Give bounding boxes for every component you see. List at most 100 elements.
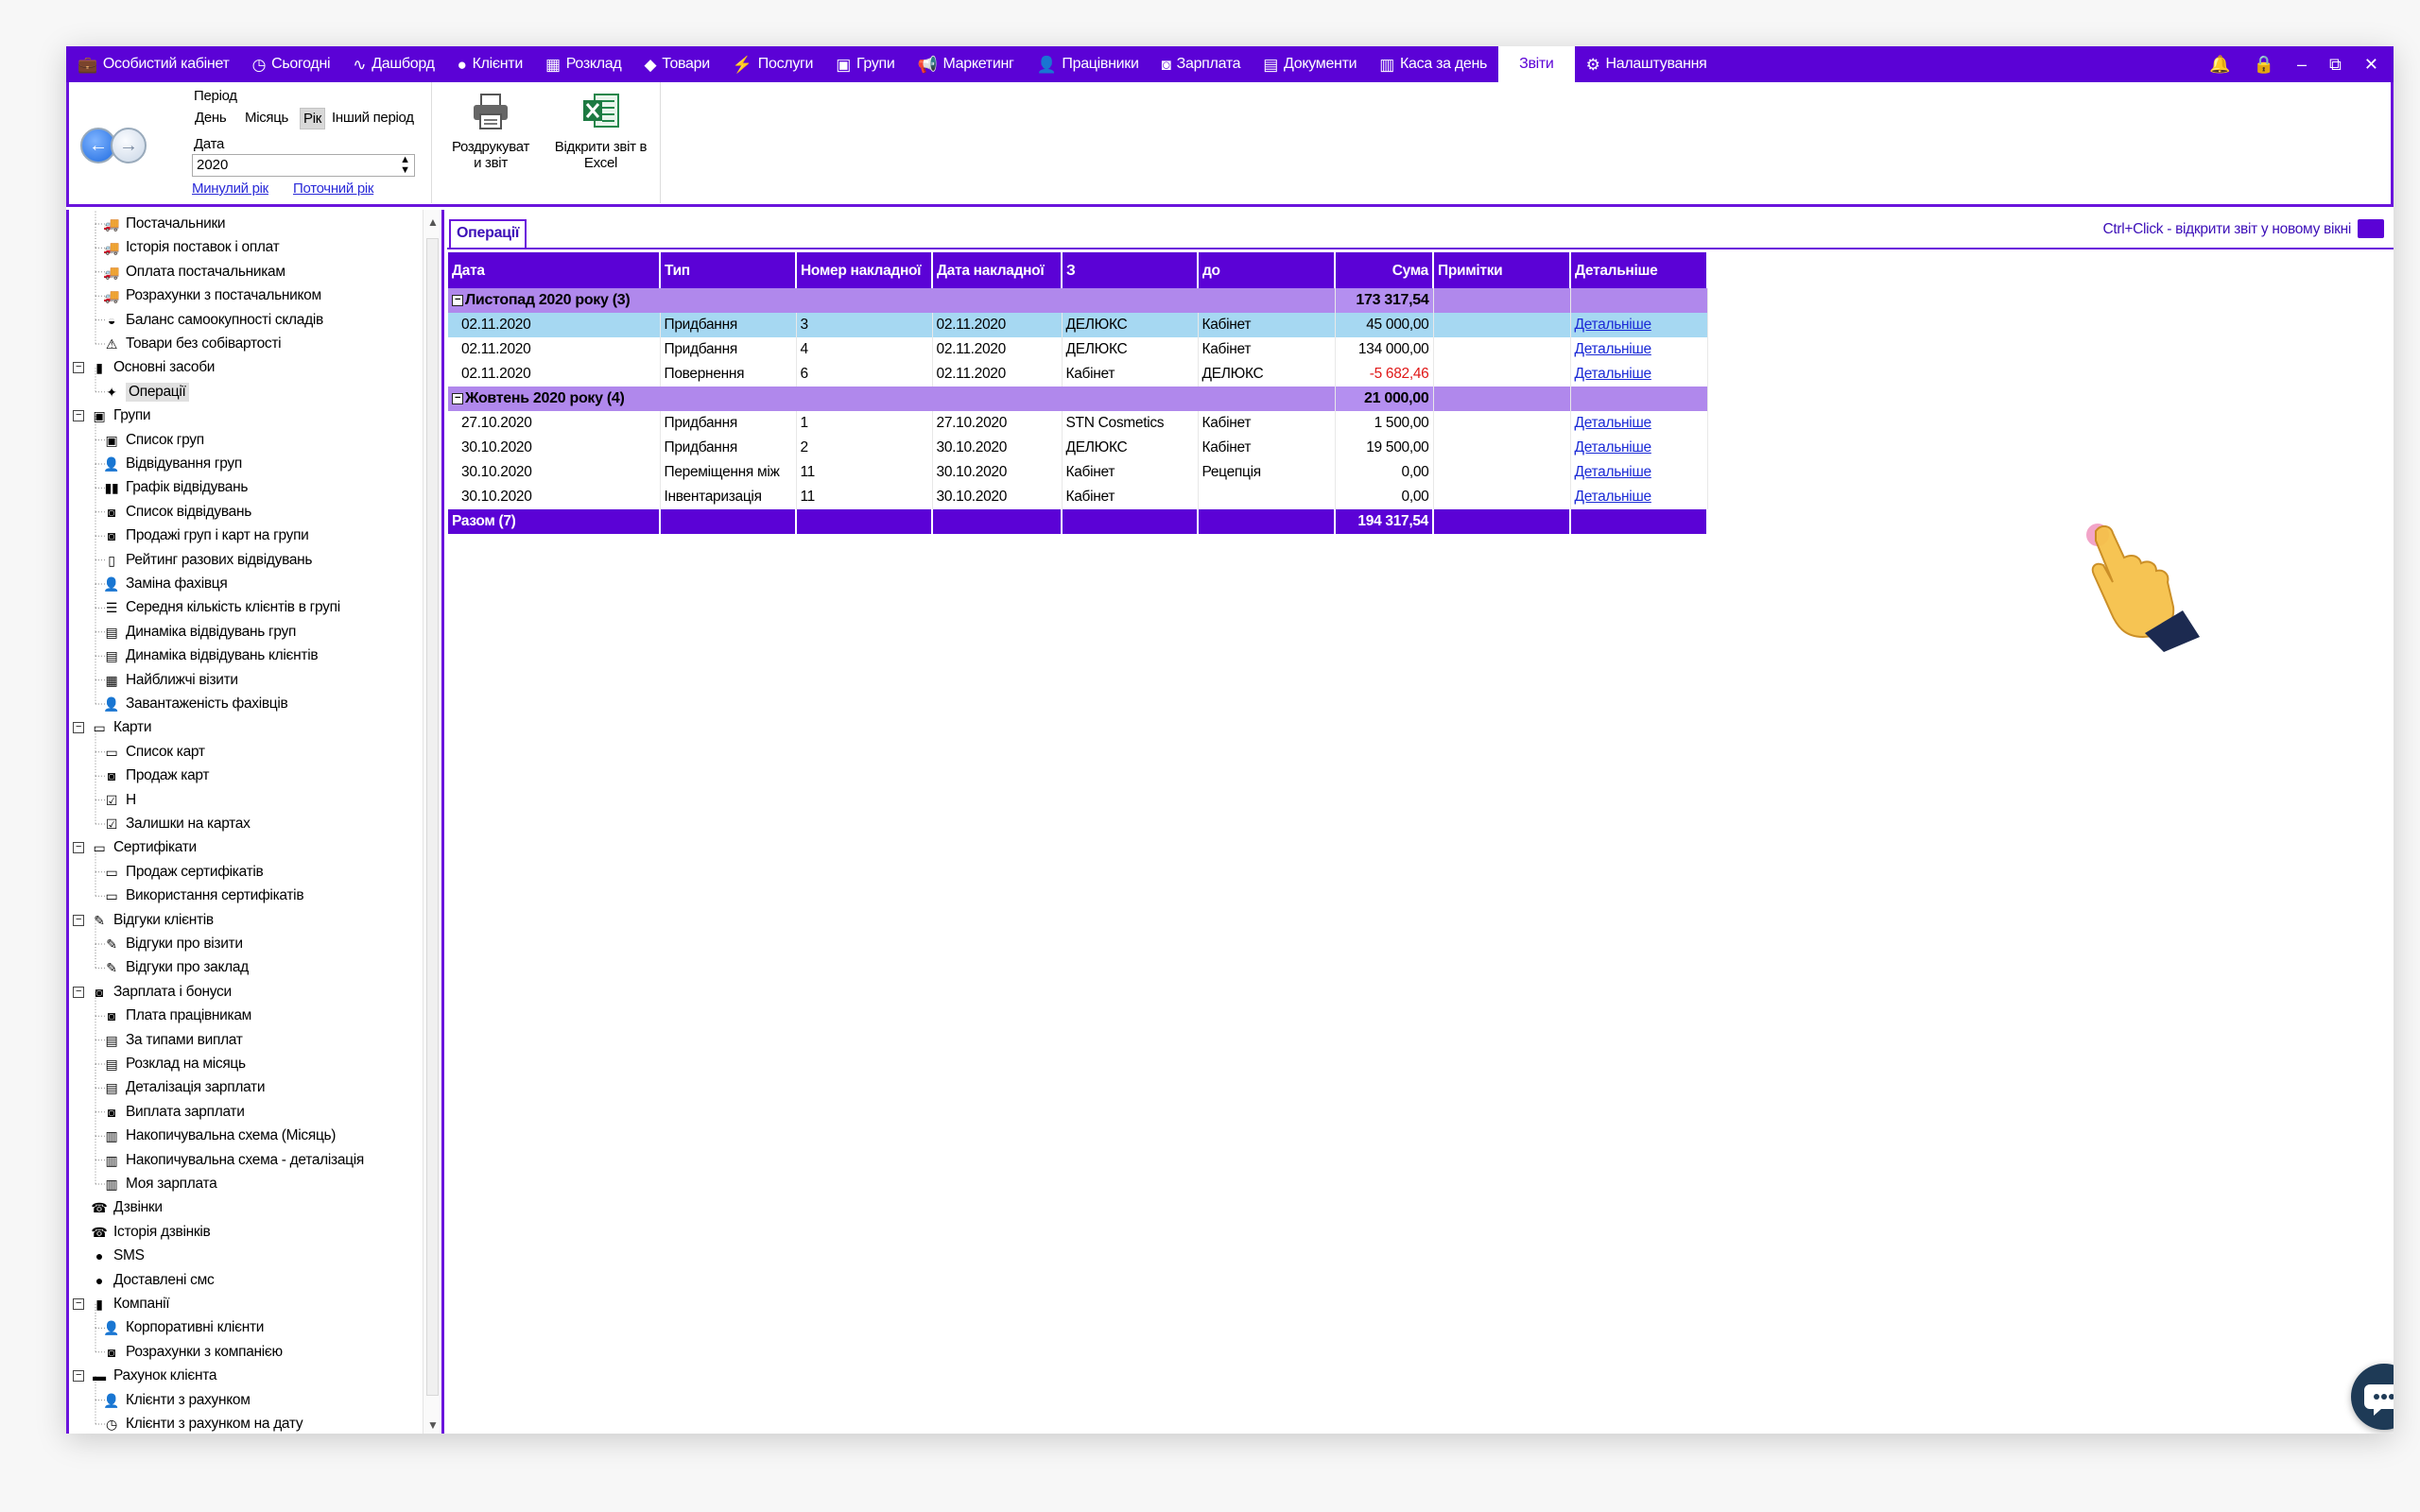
scroll-up-icon[interactable]: ▲ [424,215,441,229]
tree-item[interactable]: ◙ Продажі груп і карт на групи [102,524,309,547]
tree-item[interactable]: − ▮ Основні засоби [73,356,215,379]
tree-item[interactable]: 👤 Відвідування груп [102,453,242,475]
chat-bubble-button[interactable] [2351,1364,2394,1430]
collapse-toggle-icon[interactable]: − [73,842,84,854]
tree-item[interactable]: − ▭ Карти [73,716,151,739]
tree-item[interactable]: − ▬ Рахунок клієнта [73,1365,216,1387]
table-row[interactable]: 30.10.2020 Переміщення між 11 30.10.2020 Каб… [448,460,1708,485]
table-row[interactable]: 02.11.2020 Придбання 4 02.11.2020 ДЕЛЮКС Кабі… [448,337,1708,362]
menu-item-13[interactable]: Звіти [1498,46,1575,82]
forward-arrow-icon[interactable]: → [111,128,147,163]
tree-item[interactable]: ◙ Плата працівникам [102,1005,251,1027]
tree-item[interactable]: − ▮ Компанії [73,1293,170,1315]
tree-item[interactable]: ▥ Накопичувальна схема - деталізація [102,1149,365,1172]
column-header-notes[interactable]: Примітки [1433,252,1571,288]
tree-scrollbar[interactable]: ▲ ▼ [423,210,441,1434]
menu-item-9[interactable]: 👤 Працівники [1026,46,1150,82]
tree-item[interactable]: − ▣ Групи [73,404,151,427]
column-header-invoice-number[interactable]: Номер накладної [796,252,933,288]
collapse-toggle-icon[interactable]: − [73,986,84,998]
tree-item[interactable]: ▤ Деталізація зарплати [102,1076,266,1099]
tree-item[interactable]: ☰ Середня кількість клієнтів в групі [102,596,340,619]
tree-item[interactable]: ✎ Відгуки про заклад [102,956,249,979]
group-title-cell[interactable]: − Листопад 2020 року (3) [448,288,1336,313]
column-header-invoice-date[interactable]: Дата накладної [932,252,1063,288]
tree-item[interactable]: 👤 Завантаженість фахівців [102,693,287,715]
period-day-button[interactable]: День [192,108,229,128]
window-toggle-icon[interactable] [2358,219,2384,238]
collapse-toggle-icon[interactable]: − [73,362,84,374]
tree-item[interactable]: ▤ За типами виплат [102,1029,243,1052]
table-row[interactable]: 30.10.2020 Інвентаризація 11 30.10.2020 Кабі… [448,485,1708,509]
table-row[interactable]: 02.11.2020 Придбання 3 02.11.2020 ДЕЛЮКС Кабі… [448,313,1708,337]
restore-icon[interactable]: ⧉ [2329,55,2342,75]
tree-item[interactable]: ☎ Історія дзвінків [73,1221,210,1244]
tree-item[interactable]: 👤 Заміна фахівця [102,573,227,595]
table-row[interactable]: 27.10.2020 Придбання 1 27.10.2020 STN Cosmet… [448,411,1708,436]
tree-item[interactable]: ☎ Дзвінки [73,1196,163,1219]
column-header-type[interactable]: Тип [660,252,797,288]
details-link[interactable]: Детальніше [1575,415,1652,431]
details-link[interactable]: Детальніше [1575,341,1652,357]
menu-item-12[interactable]: ▥ Каса за день [1368,46,1498,82]
menu-item-5[interactable]: ◆ Товари [632,46,720,82]
tree-item[interactable]: ▯ Рейтинг разових відвідувань [102,549,312,572]
close-icon[interactable]: ✕ [2364,55,2378,75]
lock-icon[interactable]: 🔒 [2254,55,2274,75]
group-row[interactable]: − Листопад 2020 року (3) 173 317,54 [448,288,1708,313]
current-year-link[interactable]: Поточний рік [293,180,373,197]
menu-item-4[interactable]: ▦ Розклад [534,46,632,82]
menu-item-0[interactable]: 💼 Особистий кабінет [66,46,241,82]
period-year-button[interactable]: Рік [300,108,325,129]
tree-item[interactable]: ▭ Продаж сертифікатів [102,861,264,884]
tree-item[interactable]: 🚚 Оплата постачальникам [102,261,285,284]
collapse-toggle-icon[interactable]: − [73,722,84,734]
tree-item[interactable]: 👤 Корпоративні клієнти [102,1316,264,1339]
tree-item[interactable]: 👤 Клієнти з рахунком [102,1389,250,1412]
tree-item[interactable]: ◒ Баланс самоокупності складів [102,309,323,332]
year-spinner[interactable]: 2020 ▲ ▼ [192,154,415,177]
tree-item[interactable]: − ◙ Зарплата і бонуси [73,981,232,1004]
tree-item[interactable]: 🚚 Розрахунки з постачальником [102,284,321,307]
bell-icon[interactable]: 🔔 [2209,55,2230,75]
collapse-toggle-icon[interactable]: − [452,392,463,404]
tree-item[interactable]: ▣ Список груп [102,429,205,452]
tree-item[interactable]: ◷ Клієнти з рахунком на дату [102,1413,303,1434]
tree-item[interactable]: ⚠ Товари без собівартості [102,333,282,355]
tree-item[interactable]: ◙ Список відвідувань [102,501,251,524]
collapse-toggle-icon[interactable]: − [452,294,463,306]
period-other-button[interactable]: Інший період [329,108,417,128]
collapse-toggle-icon[interactable]: − [73,1298,84,1310]
tree-item[interactable]: ▤ Динаміка відвідувань груп [102,621,297,644]
tree-item[interactable]: 🚚 Постачальники [102,213,225,235]
column-header-to[interactable]: до [1198,252,1336,288]
tree-item[interactable]: ▤ Динаміка відвідувань клієнтів [102,644,319,667]
tree-item[interactable]: ▭ Список карт [102,741,205,764]
previous-year-link[interactable]: Минулий рік [192,180,268,197]
spinner-arrows-icon[interactable]: ▲ ▼ [400,155,410,176]
period-month-button[interactable]: Місяць [242,108,291,128]
column-header-date[interactable]: Дата [448,252,661,288]
table-row[interactable]: 30.10.2020 Придбання 2 30.10.2020 ДЕЛЮКС Кабі… [448,436,1708,460]
tree-item[interactable]: ▮▮ Графік відвідувань [102,476,249,499]
tree-item[interactable]: ☑ Н [102,789,136,812]
tree-item[interactable]: ▤ Розклад на місяць [102,1053,247,1075]
tab-operations[interactable]: Операції [449,219,527,248]
scroll-thumb[interactable] [426,238,439,1396]
column-header-sum[interactable]: Сума [1335,252,1434,288]
tree-item[interactable]: ✎ Відгуки про візити [102,933,243,955]
table-row[interactable]: 02.11.2020 Повернення 6 02.11.2020 Кабінет ДЕ… [448,362,1708,387]
tree-item[interactable]: ● Доставлені смс [73,1269,215,1292]
menu-item-14[interactable]: ⚙ Налаштування [1575,46,1719,82]
tree-item[interactable]: ▥ Накопичувальна схема (Місяць) [102,1125,337,1147]
collapse-toggle-icon[interactable]: − [73,410,84,422]
group-title-cell[interactable]: − Жовтень 2020 року (4) [448,387,1336,411]
tree-item[interactable]: ◙ Продаж карт [102,765,210,787]
column-header-details[interactable]: Детальніше [1570,252,1708,288]
tree-item[interactable]: ▥ Моя зарплата [102,1173,217,1195]
menu-item-3[interactable]: ● Клієнти [446,46,534,82]
tree-item[interactable]: − ▭ Сертифікати [73,836,197,859]
column-header-from[interactable]: З [1062,252,1199,288]
group-row[interactable]: − Жовтень 2020 року (4) 21 000,00 [448,387,1708,411]
tree-item[interactable]: ▦ Найближчі візити [102,669,239,692]
